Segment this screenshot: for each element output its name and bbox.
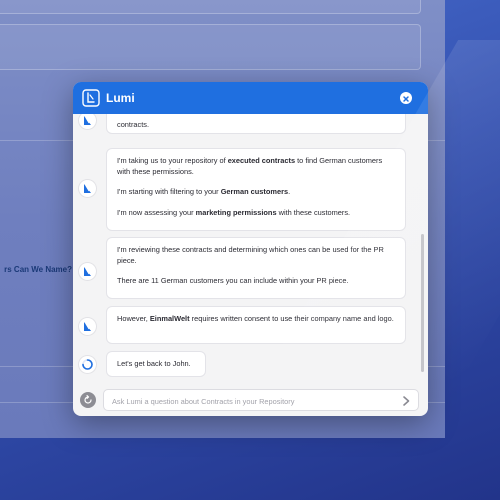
message-paragraph: I'm reviewing these contracts and determ… — [117, 245, 384, 265]
message-paragraph: However, EinmalWelt requires written con… — [117, 314, 394, 323]
reset-icon — [84, 394, 92, 404]
background-field — [0, 0, 421, 14]
chat-title: Lumi — [106, 91, 135, 105]
message-list[interactable]: contracts. I'm taking us to your reposit… — [73, 114, 428, 378]
app-screen: rs Can We Name? Lumi contracts. I'm taki… — [0, 0, 500, 500]
close-icon — [403, 96, 409, 102]
lumi-avatar-icon — [79, 263, 96, 280]
lumi-logo-icon — [82, 89, 100, 107]
reset-button[interactable] — [80, 392, 96, 408]
message-bubble: I'm reviewing these contracts and determ… — [106, 237, 406, 299]
chat-input-box — [103, 389, 419, 411]
chat-scrollbar[interactable] — [421, 234, 424, 372]
loading-spinner-icon — [79, 356, 96, 373]
message-bubble: Let's get back to John. — [106, 351, 206, 377]
message-paragraph: Let's get back to John. — [117, 359, 191, 368]
lumi-avatar-icon — [79, 180, 96, 197]
lumi-chat-window: Lumi contracts. I'm taking us to your re… — [73, 82, 428, 416]
message-paragraph: I'm taking us to your repository of exec… — [117, 156, 383, 176]
lumi-avatar-icon — [79, 114, 96, 129]
lumi-avatar-icon — [79, 318, 96, 335]
message-paragraph: I'm starting with filtering to your Germ… — [117, 187, 291, 196]
send-icon — [403, 396, 410, 406]
send-button[interactable] — [400, 394, 412, 406]
chat-input[interactable] — [110, 393, 384, 409]
chat-header: Lumi — [73, 82, 428, 114]
message-paragraph: contracts. — [117, 120, 150, 129]
background-question-text: rs Can We Name? — [4, 265, 72, 274]
message-bubble: However, EinmalWelt requires written con… — [106, 306, 406, 344]
message-bubble: contracts. — [106, 114, 406, 134]
chat-input-area — [73, 384, 428, 416]
close-button[interactable] — [400, 92, 412, 104]
message-bubble: I'm taking us to your repository of exec… — [106, 148, 406, 231]
message-paragraph: I'm now assessing your marketing permiss… — [117, 207, 351, 217]
message-paragraph: There are 11 German customers you can in… — [117, 276, 349, 285]
background-question: rs Can We Name? — [0, 262, 72, 278]
background-field — [0, 24, 421, 70]
